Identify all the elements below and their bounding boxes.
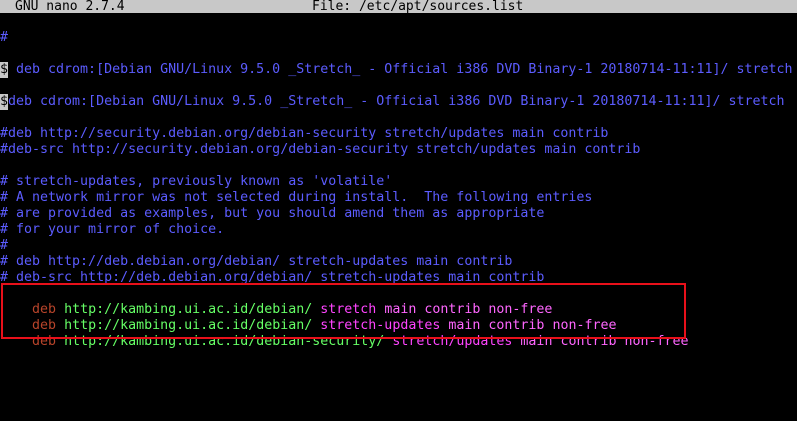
comment-line: # deb http://deb.debian.org/debian/ stre… — [0, 254, 513, 269]
comment-line-cdrom: #deb cdrom:[Debian GNU/Linux 9.5.0 _Stre… — [0, 94, 785, 109]
comment-line: # for your mirror of choice. — [0, 222, 225, 237]
nano-title-bar: GNU nano 2.7.4 File: /etc/apt/sources.li… — [0, 0, 797, 13]
file-name: File: /etc/apt/sources.list — [312, 0, 524, 14]
comment-line: # A network mirror was not selected duri… — [0, 190, 593, 205]
comment-line: # are provided as examples, but you shou… — [0, 206, 545, 221]
comment-line: # — [0, 30, 9, 45]
comment-line: # stretch-updates, previously known as '… — [0, 174, 393, 189]
editor-text-area[interactable]: # # deb cdrom:[Debian GNU/Linux 9.5.0 _S… — [0, 13, 797, 421]
highlight-box — [1, 283, 686, 339]
comment-line-cdrom: # deb cdrom:[Debian GNU/Linux 9.5.0 _Str… — [0, 62, 793, 77]
comment-line-security: #deb http://security.debian.org/debian-s… — [0, 126, 609, 141]
app-version: GNU nano 2.7.4 — [15, 0, 125, 14]
comment-line-security-src: #deb-src http://security.debian.org/debi… — [0, 142, 641, 157]
comment-line: # — [0, 238, 9, 253]
line-overflow-marker: $ — [0, 94, 9, 110]
line-overflow-marker: $ — [0, 62, 9, 78]
